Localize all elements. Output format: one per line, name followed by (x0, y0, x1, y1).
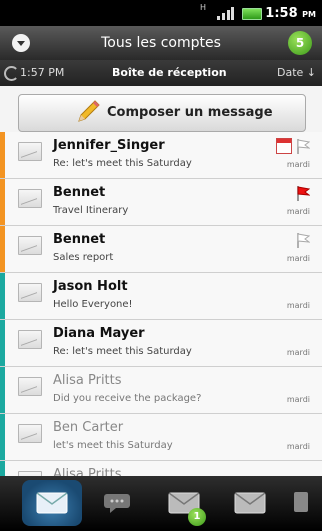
message-date: mardi (286, 348, 310, 357)
message-subject: Re: let's meet this Saturday (53, 158, 192, 169)
account-color-bar (0, 226, 5, 272)
message-row[interactable]: Bennet Sales report mardi (0, 226, 322, 273)
envelope-icon (18, 236, 42, 255)
tab-more[interactable] (286, 480, 322, 526)
last-sync-time: 1:57 PM (20, 66, 65, 79)
status-bar: H 1:58 PM (0, 0, 322, 26)
account-color-bar (0, 320, 5, 366)
account-color-bar (0, 273, 5, 319)
unread-count-badge: 5 (288, 31, 312, 55)
message-list: Composer un message Jennifer_Singer Re: … (0, 86, 322, 476)
message-sender: Diana Mayer (53, 326, 145, 341)
message-row[interactable]: Bennet Travel Itinerary mardi (0, 179, 322, 226)
compose-button[interactable]: Composer un message (18, 94, 306, 132)
message-sender: Bennet (53, 185, 106, 200)
message-date: mardi (286, 207, 310, 216)
sort-button[interactable]: Date ↓ (277, 66, 316, 79)
clock: 1:58 PM (265, 6, 316, 21)
message-date: mardi (286, 301, 310, 310)
pencil-icon (78, 100, 100, 122)
more-icon (294, 492, 308, 512)
message-subject: Hello Everyone! (53, 299, 133, 310)
account-color-bar (0, 367, 5, 413)
tab-conversations[interactable] (88, 480, 148, 526)
tab-unread[interactable]: 1 (154, 480, 214, 526)
account-color-bar (0, 132, 5, 178)
message-row[interactable]: Diana Mayer Re: let's meet this Saturday… (0, 320, 322, 367)
message-sender: Jason Holt (53, 279, 128, 294)
compose-label: Composer un message (107, 105, 273, 120)
flag-outline-icon[interactable] (296, 232, 310, 248)
network-type: H (200, 3, 207, 12)
message-row[interactable]: Jennifer_Singer Re: let's meet this Satu… (0, 132, 322, 179)
message-subject: Did you receive the package? (53, 393, 202, 404)
account-title[interactable]: Tous les comptes (0, 35, 322, 51)
unread-badge: 1 (188, 508, 206, 526)
account-color-bar (0, 179, 5, 225)
envelope-icon (18, 142, 42, 161)
message-subject: let's meet this Saturday (53, 440, 173, 451)
message-row[interactable]: Alisa Pritts (0, 461, 322, 476)
signal-icon (217, 7, 234, 20)
message-row[interactable]: Alisa Pritts Did you receive the package… (0, 367, 322, 414)
flag-red-icon[interactable] (296, 185, 310, 201)
calendar-icon (276, 138, 292, 154)
conversation-icon (104, 494, 130, 513)
envelope-icon (234, 492, 266, 514)
envelope-icon (18, 377, 42, 396)
message-subject: Re: let's meet this Saturday (53, 346, 192, 357)
account-color-bar (0, 414, 5, 460)
message-sender: Bennet (53, 232, 106, 247)
tab-mail[interactable] (220, 480, 280, 526)
folder-bar: 1:57 PM Boîte de réception Date ↓ (0, 60, 322, 86)
envelope-icon (18, 330, 42, 349)
message-date: mardi (286, 395, 310, 404)
tab-inbox[interactable] (22, 480, 82, 526)
flag-outline-icon[interactable] (296, 138, 310, 154)
message-date: mardi (286, 254, 310, 263)
inbox-envelope-icon (36, 492, 68, 514)
envelope-icon (18, 424, 42, 443)
folder-name[interactable]: Boîte de réception (112, 66, 227, 79)
sync-icon[interactable] (4, 66, 19, 81)
account-bar: Tous les comptes 5 (0, 26, 322, 60)
message-subject: Travel Itinerary (53, 205, 129, 216)
message-subject: Sales report (53, 252, 114, 263)
account-color-bar (0, 461, 5, 476)
message-sender: Alisa Pritts (53, 373, 122, 388)
message-date: mardi (286, 442, 310, 451)
message-sender: Alisa Pritts (53, 467, 122, 476)
message-row[interactable]: Ben Carter let's meet this Saturday mard… (0, 414, 322, 461)
message-date: mardi (286, 160, 310, 169)
message-sender: Jennifer_Singer (53, 138, 165, 153)
battery-icon (242, 8, 262, 20)
message-sender: Ben Carter (53, 420, 124, 435)
envelope-icon (18, 283, 42, 302)
envelope-icon (18, 189, 42, 208)
message-row[interactable]: Jason Holt Hello Everyone! mardi (0, 273, 322, 320)
bottom-nav: 1 (0, 476, 322, 531)
